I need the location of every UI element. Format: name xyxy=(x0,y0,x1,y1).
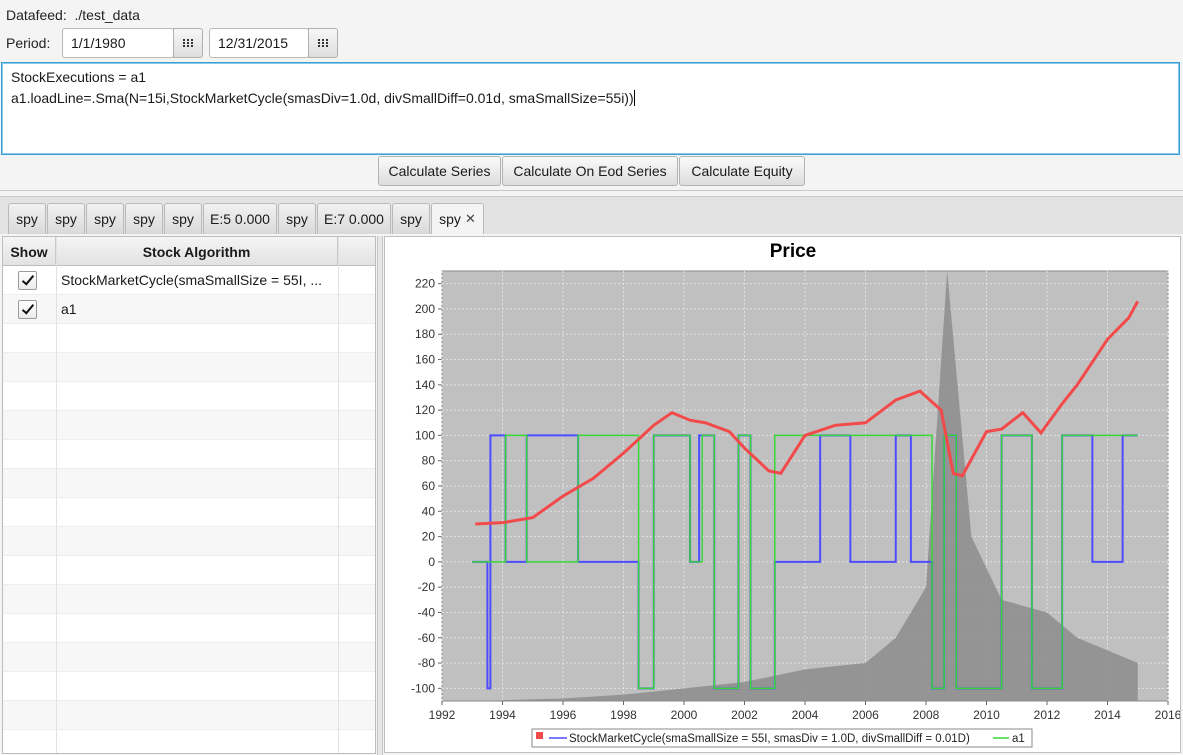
y-tick-label: 40 xyxy=(422,504,436,518)
algorithm-name: a1 xyxy=(61,301,77,317)
checkmark-icon xyxy=(21,301,35,315)
y-tick-label: -20 xyxy=(418,580,436,594)
calculate-equity-button[interactable]: Calculate Equity xyxy=(679,156,805,186)
show-checkbox[interactable] xyxy=(18,271,37,290)
x-tick-label: 2004 xyxy=(792,708,819,722)
y-tick-label: 220 xyxy=(415,277,435,291)
empty-table-row xyxy=(3,643,375,672)
tab-label: spy xyxy=(439,211,461,227)
end-date-input[interactable]: 12/31/2015 xyxy=(209,28,309,58)
tab-spy-4[interactable]: spy xyxy=(125,203,163,234)
y-tick-label: 180 xyxy=(415,327,435,341)
divider xyxy=(0,190,1183,191)
x-tick-label: 1992 xyxy=(429,708,456,722)
x-tick-label: 2010 xyxy=(973,708,1000,722)
calendar-icon xyxy=(318,38,328,48)
column-header-empty xyxy=(338,237,375,266)
tab-spy-3[interactable]: spy xyxy=(86,203,124,234)
tab-spy-5[interactable]: spy xyxy=(164,203,202,234)
y-tick-label: 0 xyxy=(428,555,435,569)
calendar-icon xyxy=(183,38,193,48)
column-divider xyxy=(56,237,57,753)
editor-line-1: StockExecutions = a1 xyxy=(11,69,147,85)
y-tick-label: 200 xyxy=(415,302,435,316)
y-tick-label: -40 xyxy=(418,605,436,619)
chart-panel: Price 220 200 180 160 140 120 100 80 60 40 20 0 -20 -4… xyxy=(384,236,1182,753)
y-tick-label: 20 xyxy=(422,530,436,544)
empty-table-row xyxy=(3,585,375,614)
algorithm-name: StockMarketCycle(smaSmallSize = 55I, ... xyxy=(61,272,323,288)
empty-table-row xyxy=(3,498,375,527)
y-tick-label: 160 xyxy=(415,353,435,367)
show-checkbox[interactable] xyxy=(18,300,37,319)
text-caret xyxy=(633,90,635,106)
tab-spy-1[interactable]: spy xyxy=(8,203,46,234)
table-row[interactable]: StockMarketCycle(smaSmallSize = 55I, ... xyxy=(3,266,375,295)
chart-title: Price xyxy=(770,241,816,262)
y-tick-label: 120 xyxy=(415,403,435,417)
empty-table-row xyxy=(3,730,375,753)
empty-table-row xyxy=(3,324,375,353)
empty-table-row xyxy=(3,440,375,469)
legend-label: StockMarketCycle(smaSmallSize = 55I, sma… xyxy=(569,733,970,745)
x-tick-label: 2012 xyxy=(1034,708,1061,722)
table-header: Show Stock Algorithm xyxy=(3,237,375,266)
empty-table-row xyxy=(3,353,375,382)
y-tick-label: 80 xyxy=(422,454,436,468)
datafeed-value: ./test_data xyxy=(74,7,140,23)
column-divider xyxy=(338,237,339,753)
x-tick-label: 2014 xyxy=(1094,708,1121,722)
x-tick-label: 2000 xyxy=(671,708,698,722)
period-label: Period: xyxy=(6,35,51,51)
tab-spy-active[interactable]: spy ✕ xyxy=(431,203,484,234)
column-header-show[interactable]: Show xyxy=(3,237,56,266)
legend-swatch-red xyxy=(536,732,543,739)
y-tick-label: 100 xyxy=(415,428,435,442)
empty-table-row xyxy=(3,469,375,498)
close-icon[interactable]: ✕ xyxy=(465,211,476,227)
end-date-picker-button[interactable] xyxy=(308,28,338,58)
x-tick-label: 2002 xyxy=(731,708,758,722)
empty-table-row xyxy=(3,527,375,556)
table-row[interactable]: a1 xyxy=(3,295,375,324)
empty-table-row xyxy=(3,701,375,730)
y-tick-label: 60 xyxy=(422,479,436,493)
y-tick-label: 140 xyxy=(415,378,435,392)
checkmark-icon xyxy=(21,272,35,286)
y-tick-label: -100 xyxy=(411,681,435,695)
datafeed-label: Datafeed: ./test_data xyxy=(6,7,140,23)
start-date-input[interactable]: 1/1/1980 xyxy=(62,28,174,58)
tab-spy-6[interactable]: spy xyxy=(278,203,316,234)
empty-table-row xyxy=(3,614,375,643)
empty-table-row xyxy=(3,556,375,585)
x-tick-label: 2006 xyxy=(852,708,879,722)
empty-table-row xyxy=(3,672,375,701)
calculate-series-button[interactable]: Calculate Series xyxy=(378,156,501,186)
x-tick-label: 2016 xyxy=(1155,708,1180,722)
column-header-algorithm[interactable]: Stock Algorithm xyxy=(56,237,338,266)
price-chart: Price220200180160140120100806040200-20-4… xyxy=(411,241,1182,748)
legend-label: a1 xyxy=(1012,733,1025,745)
tab-e7[interactable]: E:7 0.000 xyxy=(317,203,391,234)
x-tick-label: 2008 xyxy=(913,708,940,722)
script-editor[interactable]: StockExecutions = a1 a1.loadLine=.Sma(N=… xyxy=(1,62,1180,155)
y-tick-label: -80 xyxy=(418,656,436,670)
editor-line-2: a1.loadLine=.Sma(N=15i,StockMarketCycle(… xyxy=(11,90,635,106)
empty-table-row xyxy=(3,411,375,440)
empty-table-row xyxy=(3,382,375,411)
x-tick-label: 1998 xyxy=(610,708,637,722)
start-date-picker-button[interactable] xyxy=(173,28,203,58)
x-tick-label: 1996 xyxy=(550,708,577,722)
split-pane-divider[interactable] xyxy=(377,236,383,755)
algorithm-table: Show Stock Algorithm StockMarketCycle(sm… xyxy=(2,236,376,754)
tab-e5[interactable]: E:5 0.000 xyxy=(203,203,277,234)
y-tick-label: -60 xyxy=(418,631,436,645)
tab-spy-7[interactable]: spy xyxy=(392,203,430,234)
x-tick-label: 1994 xyxy=(489,708,516,722)
tab-spy-2[interactable]: spy xyxy=(47,203,85,234)
calculate-eod-series-button[interactable]: Calculate On Eod Series xyxy=(502,156,678,186)
